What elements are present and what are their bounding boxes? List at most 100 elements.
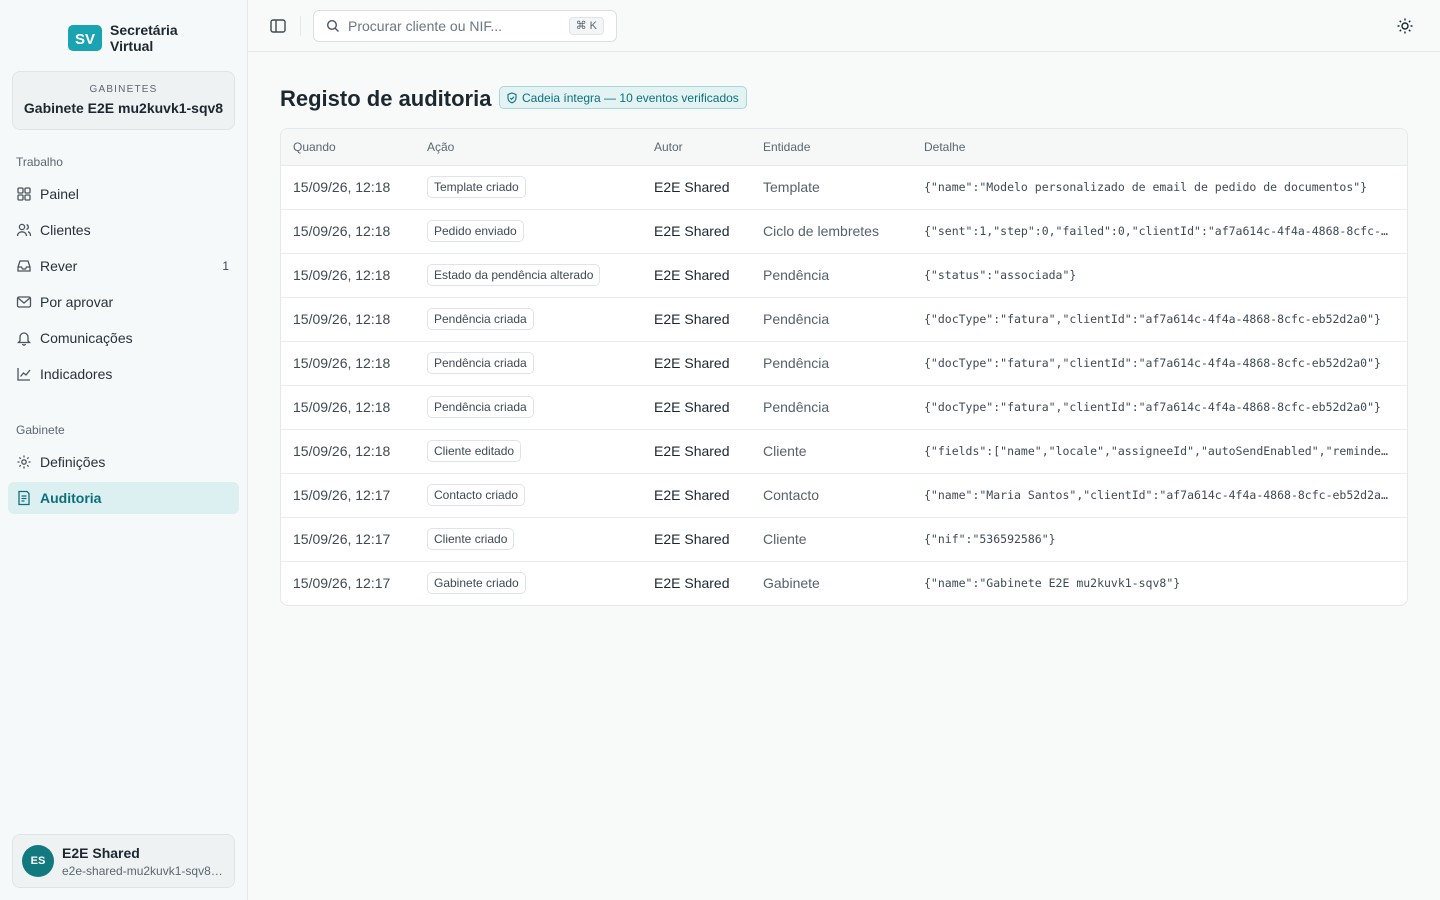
sidebar-item-indicadores[interactable]: Indicadores (8, 358, 239, 390)
cell-when: 15/09/26, 12:18 (281, 340, 415, 385)
sidebar-item-comunicacoes[interactable]: Comunicações (8, 322, 239, 354)
sidebar-item-label: Comunicações (40, 330, 133, 346)
column-header-action: Ação (415, 129, 642, 166)
bell-icon (16, 330, 32, 346)
table-row[interactable]: 15/09/26, 12:18 Template criado E2E Shar… (281, 165, 1407, 209)
table-row[interactable]: 15/09/26, 12:18 Estado da pendência alte… (281, 252, 1407, 297)
cell-entity: Cliente (751, 516, 912, 561)
review-count-badge: 1 (222, 259, 229, 273)
cell-entity: Cliente (751, 428, 912, 473)
cell-detail: {"docType":"fatura","clientId":"af7a614c… (912, 340, 1407, 385)
table-header-row: Quando Ação Autor Entidade Detalhe (281, 129, 1407, 166)
cell-when: 15/09/26, 12:18 (281, 252, 415, 297)
sidebar-item-label: Indicadores (40, 366, 113, 382)
table-row[interactable]: 15/09/26, 12:17 Cliente criado E2E Share… (281, 516, 1407, 561)
cell-when: 15/09/26, 12:18 (281, 384, 415, 429)
action-badge: Gabinete criado (427, 572, 526, 595)
cell-author: E2E Shared (642, 516, 751, 561)
table-row[interactable]: 15/09/26, 12:18 Pendência criada E2E Sha… (281, 340, 1407, 385)
cell-author: E2E Shared (642, 472, 751, 517)
user-email: e2e-shared-mu2kuvk1-sqv8@example.test (62, 863, 232, 878)
nav-section-title-work: Trabalho (16, 155, 63, 169)
sidebar-item-auditoria[interactable]: Auditoria (8, 482, 239, 514)
nav-section-title-office: Gabinete (16, 423, 65, 437)
cell-when: 15/09/26, 12:18 (281, 208, 415, 253)
cell-action: Contacto criado (415, 472, 642, 517)
cell-detail: {"status":"associada"} (912, 252, 1407, 297)
cell-action: Pendência criada (415, 296, 642, 341)
search-input[interactable] (348, 18, 558, 34)
cell-action: Pendência criada (415, 384, 642, 429)
sidebar-toggle-icon[interactable] (268, 16, 288, 36)
office-switcher[interactable]: GABINETES Gabinete E2E mu2kuvk1-sqv8 (12, 71, 235, 130)
cell-author: E2E Shared (642, 560, 751, 605)
cell-detail: {"fields":["name","locale","assigneeId",… (912, 428, 1407, 473)
cell-action: Pedido enviado (415, 208, 642, 253)
cell-detail: {"sent":1,"step":0,"failed":0,"clientId"… (912, 208, 1407, 253)
sun-icon[interactable] (1396, 17, 1414, 35)
user-name: E2E Shared (62, 844, 140, 861)
app-name-line2: Virtual (110, 38, 154, 54)
sidebar-item-painel[interactable]: Painel (8, 178, 239, 210)
table-row[interactable]: 15/09/26, 12:17 Contacto criado E2E Shar… (281, 472, 1407, 517)
cell-author: E2E Shared (642, 252, 751, 297)
sidebar-item-label: Auditoria (40, 490, 102, 506)
cell-author: E2E Shared (642, 208, 751, 253)
cell-action: Estado da pendência alterado (415, 252, 642, 297)
sidebar-item-definicoes[interactable]: Definições (8, 446, 239, 478)
cell-action: Pendência criada (415, 340, 642, 385)
cell-detail: {"nif":"536592586"} (912, 516, 1407, 561)
audit-icon (16, 490, 32, 506)
cell-detail: {"docType":"fatura","clientId":"af7a614c… (912, 296, 1407, 341)
logo-mark-icon: SV (68, 25, 102, 51)
gear-icon (16, 454, 32, 470)
action-badge: Estado da pendência alterado (427, 264, 601, 286)
app-logo[interactable]: SV Secretária Virtual (68, 22, 178, 54)
cell-entity: Pendência (751, 296, 912, 341)
cell-detail: {"name":"Gabinete E2E mu2kuvk1-sqv8"} (912, 560, 1407, 605)
grid-icon (16, 186, 32, 202)
cell-entity: Ciclo de lembretes (751, 208, 912, 253)
cell-author: E2E Shared (642, 296, 751, 341)
search-box[interactable]: ⌘ K (313, 10, 617, 42)
column-header-when: Quando (281, 129, 415, 166)
app-name-line1: Secretária (110, 22, 178, 38)
cell-entity: Template (763, 179, 820, 195)
mail-icon (16, 294, 32, 310)
chain-integrity-badge: Cadeia íntegra — 10 eventos verificados (499, 86, 747, 109)
action-badge: Pedido enviado (427, 220, 524, 242)
svg-text:SV: SV (75, 31, 95, 48)
table-row[interactable]: 15/09/26, 12:18 Pedido enviado E2E Share… (281, 208, 1407, 253)
cell-entity: Pendência (751, 252, 912, 297)
cell-entity: Pendência (751, 340, 912, 385)
table-row[interactable]: 15/09/26, 12:18 Pendência criada E2E Sha… (281, 296, 1407, 341)
cell-when: 15/09/26, 12:17 (281, 472, 415, 517)
action-badge: Cliente criado (427, 528, 515, 550)
cell-detail: {"name":"Maria Santos","clientId":"af7a6… (912, 472, 1407, 517)
cell-detail: {"docType":"fatura","clientId":"af7a614c… (912, 384, 1407, 429)
cell-entity: Contacto (751, 472, 912, 517)
shield-check-icon (507, 91, 517, 103)
action-badge: Pendência criada (427, 308, 534, 330)
cell-action: Cliente criado (415, 516, 642, 561)
sidebar-item-clientes[interactable]: Clientes (8, 214, 239, 246)
cell-detail: {"name":"Modelo personalizado de email d… (924, 180, 1368, 194)
table-row[interactable]: 15/09/26, 12:18 Cliente editado E2E Shar… (281, 428, 1407, 473)
app-name: Secretária Virtual (110, 22, 178, 54)
sidebar-item-label: Clientes (40, 222, 91, 238)
cell-when: 15/09/26, 12:18 (281, 428, 415, 473)
office-name: Gabinete E2E mu2kuvk1-sqv8 (23, 100, 224, 116)
office-kicker: GABINETES (89, 84, 158, 95)
sidebar-item-rever[interactable]: Rever 1 (8, 250, 239, 282)
inbox-icon (16, 258, 32, 274)
chart-icon (16, 366, 32, 382)
cell-author: E2E Shared (642, 384, 751, 429)
sidebar-item-por-aprovar[interactable]: Por aprovar (8, 286, 239, 318)
cell-action: Gabinete criado (415, 560, 642, 605)
sidebar: SV Secretária Virtual GABINETES Gabinete… (0, 0, 248, 900)
table-row[interactable]: 15/09/26, 12:18 Pendência criada E2E Sha… (281, 384, 1407, 429)
user-info: E2E Shared e2e-shared-mu2kuvk1-sqv8@exam… (62, 845, 232, 878)
table-row[interactable]: 15/09/26, 12:17 Gabinete criado E2E Shar… (281, 560, 1407, 605)
user-menu[interactable]: ES E2E Shared e2e-shared-mu2kuvk1-sqv8@e… (12, 834, 235, 888)
sidebar-item-label: Definições (40, 454, 106, 470)
